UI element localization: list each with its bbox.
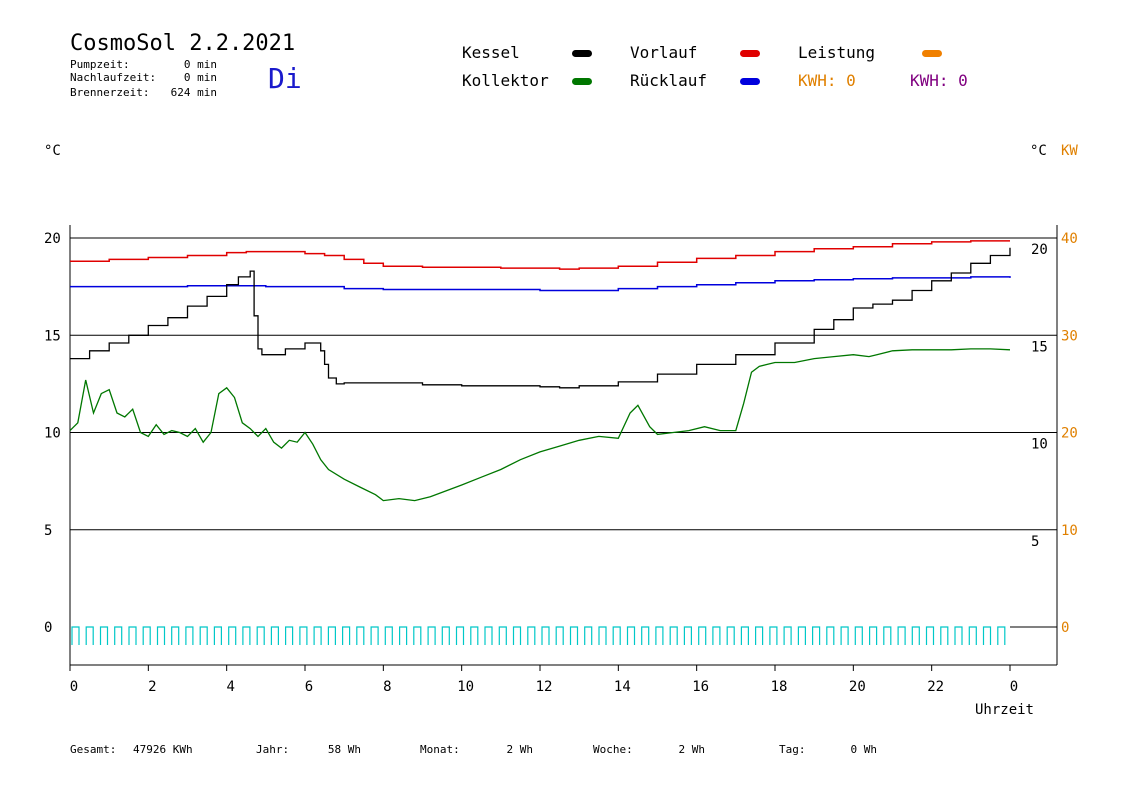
series-group [69,240,1011,645]
x-tick-label-4: 8 [383,679,391,695]
footer-tag-label: Tag: [779,743,806,756]
footer-monat-value: 2 Wh [507,743,534,756]
series-kollektor [69,348,1011,502]
y-tick-right-kw-10: 10 [1061,523,1078,539]
y-tick-left-5: 5 [44,523,52,539]
x-tick-label-1: 2 [148,679,156,695]
footer-monat-label: Monat: [420,743,460,756]
footer-tag-value: 0 Wh [851,743,878,756]
x-tick-label-2: 4 [226,679,234,695]
x-tick-label-5: 10 [457,679,474,695]
x-tick-label-11: 22 [927,679,944,695]
legend-kollektor-swatch [572,78,592,85]
series-leistung [71,626,1006,645]
axis-ticks: 0 5 10 15 20 5 10 15 20 0 10 20 30 40 0 2 4 6 8 10 12 14 16 18 2… [44,231,1078,695]
y-tick-right-celsius-10: 10 [1031,437,1048,453]
stat-brennerzeit-label: Brennerzeit: [70,86,149,99]
footer-gesamt-label: Gesamt: [70,743,116,756]
solar-chart: CosmoSol 2.2.2021 Di Pumpzeit: 0 min Nac… [44,31,1078,756]
legend-leistung-swatch [922,50,942,57]
series-leistung-pulses [71,626,1006,645]
y-tick-left-20: 20 [44,231,61,247]
stat-pumpzeit-label: Pumpzeit: [70,58,130,71]
y-tick-right-celsius-5: 5 [1031,534,1039,550]
legend-vorlauf-label: Vorlauf [630,43,697,62]
x-tick-label-12: 0 [1010,679,1018,695]
y-tick-left-10: 10 [44,426,61,442]
y-tick-right-celsius-20: 20 [1031,242,1048,258]
x-tick-label-9: 18 [771,679,788,695]
legend-leistung-label: Leistung [798,43,875,62]
legend-kollektor-label: Kollektor [462,71,549,90]
y-tick-right-kw-20: 20 [1061,426,1078,442]
x-tick-label-6: 12 [536,679,553,695]
legend-vorlauf-swatch [740,50,760,57]
footer-jahr-value: 58 Wh [328,743,361,756]
footer-jahr-label: Jahr: [256,743,289,756]
x-tick-label-7: 14 [614,679,631,695]
weekday-label: Di [268,62,302,95]
stat-nachlaufzeit-label: Nachlaufzeit: [70,71,156,84]
y-tick-right-kw-40: 40 [1061,231,1078,247]
stat-pumpzeit-value: 0 min [184,58,217,71]
y-tick-left-0: 0 [44,620,52,636]
stat-nachlaufzeit-value: 0 min [184,71,217,84]
legend-ruecklauf-label: Rücklauf [630,71,707,90]
y-tick-right-kw-30: 30 [1061,328,1078,344]
legend-kessel-swatch [572,50,592,57]
x-tick-label-0: 0 [70,679,78,695]
footer-gesamt-value: 47926 KWh [133,743,193,756]
y-tick-left-15: 15 [44,328,61,344]
kwh-purple-label: KWH: 0 [910,71,968,90]
legend-kessel-label: Kessel [462,43,520,62]
x-axis-label: Uhrzeit [975,702,1034,718]
y-tick-right-celsius-15: 15 [1031,339,1048,355]
footer-woche-value: 2 Wh [679,743,706,756]
kwh-orange-label: KWH: 0 [798,71,856,90]
x-tick-label-3: 6 [305,679,313,695]
right-unit-label: °C [1030,143,1047,159]
series-vorlauf [70,240,1010,270]
x-tick-label-10: 20 [849,679,866,695]
stat-brennerzeit-value: 624 min [171,86,217,99]
y-tick-right-kw-0: 0 [1061,620,1069,636]
left-unit-label: °C [44,143,61,159]
legend-ruecklauf-swatch [740,78,760,85]
series-rcklauf [70,276,1011,292]
page-title: CosmoSol 2.2.2021 [70,31,295,56]
footer-woche-label: Woche: [593,743,633,756]
right-unit-kw-label: KW [1061,143,1078,159]
x-tick-label-8: 16 [692,679,709,695]
